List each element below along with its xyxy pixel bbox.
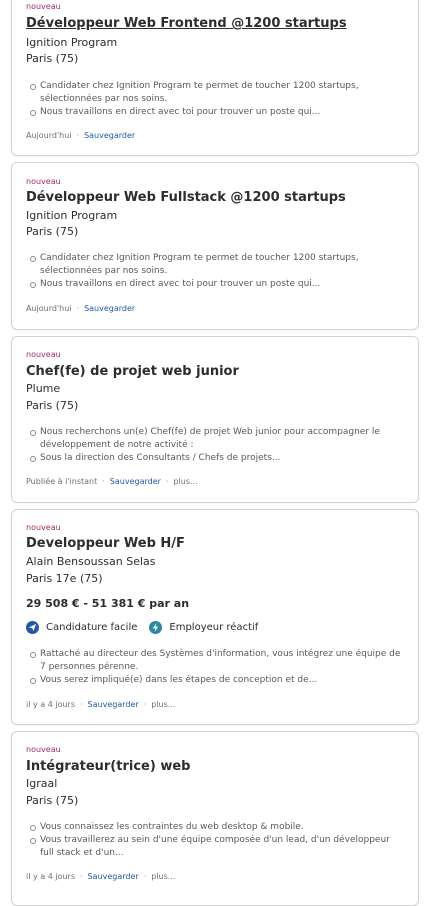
job-location: Paris (75) — [26, 399, 79, 412]
job-snippet: Candidater chez Ignition Program te perm… — [30, 80, 404, 119]
snippet-item: Nous travaillons en direct avec toi pour… — [30, 106, 404, 119]
new-tag: nouveau — [26, 523, 61, 532]
job-footer: Publiée à l'instant · Sauvegarder · plus... — [26, 477, 198, 486]
job-location: Paris (75) — [26, 52, 79, 65]
snippet-item: Candidater chez Ignition Program te perm… — [30, 80, 404, 106]
snippet-item: Rattaché au directeur des Systèmes d'inf… — [30, 648, 404, 674]
snippet-item: Sous la direction des Consultants / Chef… — [30, 452, 404, 465]
post-date: Aujourd'hui — [26, 304, 72, 313]
job-title-link[interactable]: Développeur Web Frontend @1200 startups — [26, 16, 347, 31]
job-title-link[interactable]: Développeur Web Fullstack @1200 startups — [26, 190, 346, 205]
more-link[interactable]: plus... — [151, 872, 175, 881]
job-card[interactable]: nouveau Développeur Web Frontend @1200 s… — [11, 0, 419, 156]
post-date: Publiée à l'instant — [26, 477, 98, 486]
salary: 29 508 € - 51 381 € par an — [26, 597, 190, 610]
job-card[interactable]: nouveau Développeur Web Fullstack @1200 … — [11, 162, 419, 330]
job-snippet: Candidater chez Ignition Program te perm… — [30, 252, 404, 291]
save-job-link[interactable]: Sauvegarder — [88, 700, 139, 709]
job-badges: Candidature facile Employeur réactif — [26, 621, 270, 634]
job-footer: il y a 4 jours · Sauvegarder · plus... — [26, 872, 176, 881]
responsive-employer-badge: Employeur réactif — [149, 621, 258, 634]
save-job-link[interactable]: Sauvegarder — [84, 131, 135, 140]
company-name: Alain Bensoussan Selas — [26, 555, 156, 568]
company-name: Ignition Program — [26, 209, 118, 222]
more-link[interactable]: plus... — [173, 477, 197, 486]
new-tag: nouveau — [26, 350, 61, 359]
company-name: Ignition Program — [26, 36, 118, 49]
save-job-link[interactable]: Sauvegarder — [110, 477, 161, 486]
job-title-link[interactable]: Developpeur Web H/F — [26, 536, 185, 551]
job-snippet: Rattaché au directeur des Systèmes d'inf… — [30, 648, 404, 687]
badge-label: Candidature facile — [46, 622, 138, 633]
new-tag: nouveau — [26, 177, 61, 186]
job-snippet: Vous connaissez les contraintes du web d… — [30, 821, 404, 860]
job-location: Paris (75) — [26, 794, 79, 807]
job-title-link[interactable]: Chef(fe) de projet web junior — [26, 364, 239, 379]
post-date: il y a 4 jours — [26, 700, 75, 709]
send-icon — [26, 621, 39, 634]
easy-apply-badge: Candidature facile — [26, 621, 137, 634]
job-card[interactable]: nouveau Chef(fe) de projet web junior Pl… — [11, 336, 419, 503]
job-location: Paris 17e (75) — [26, 572, 103, 585]
snippet-item: Vous serez impliqué(e) dans les étapes d… — [30, 674, 404, 687]
snippet-item: Nous recherchons un(e) Chef(fe) de proje… — [30, 426, 404, 452]
snippet-item: Nous travaillons en direct avec toi pour… — [30, 278, 404, 291]
snippet-item: Vous travaillerez au sein d'une équipe c… — [30, 834, 404, 860]
post-date: il y a 4 jours — [26, 872, 75, 881]
new-tag: nouveau — [26, 745, 61, 754]
company-name: Igraal — [26, 777, 58, 790]
more-link[interactable]: plus... — [151, 700, 175, 709]
snippet-item: Candidater chez Ignition Program te perm… — [30, 252, 404, 278]
post-date: Aujourd'hui — [26, 131, 72, 140]
snippet-item: Vous connaissez les contraintes du web d… — [30, 821, 404, 834]
job-title-link[interactable]: Intégrateur(trice) web — [26, 759, 190, 774]
badge-label: Employeur réactif — [169, 622, 259, 633]
job-card[interactable]: nouveau Intégrateur(trice) web Igraal Pa… — [11, 731, 419, 906]
job-location: Paris (75) — [26, 225, 79, 238]
lightning-icon — [149, 621, 163, 634]
save-job-link[interactable]: Sauvegarder — [88, 872, 139, 881]
job-footer: Aujourd'hui · Sauvegarder — [26, 304, 136, 313]
job-footer: il y a 4 jours · Sauvegarder · plus... — [26, 700, 176, 709]
company-name: Plume — [26, 382, 61, 395]
job-snippet: Nous recherchons un(e) Chef(fe) de proje… — [30, 426, 404, 465]
job-footer: Aujourd'hui · Sauvegarder — [26, 131, 136, 140]
job-card[interactable]: nouveau Developpeur Web H/F Alain Bensou… — [11, 509, 419, 725]
save-job-link[interactable]: Sauvegarder — [84, 304, 135, 313]
new-tag: nouveau — [26, 2, 61, 11]
